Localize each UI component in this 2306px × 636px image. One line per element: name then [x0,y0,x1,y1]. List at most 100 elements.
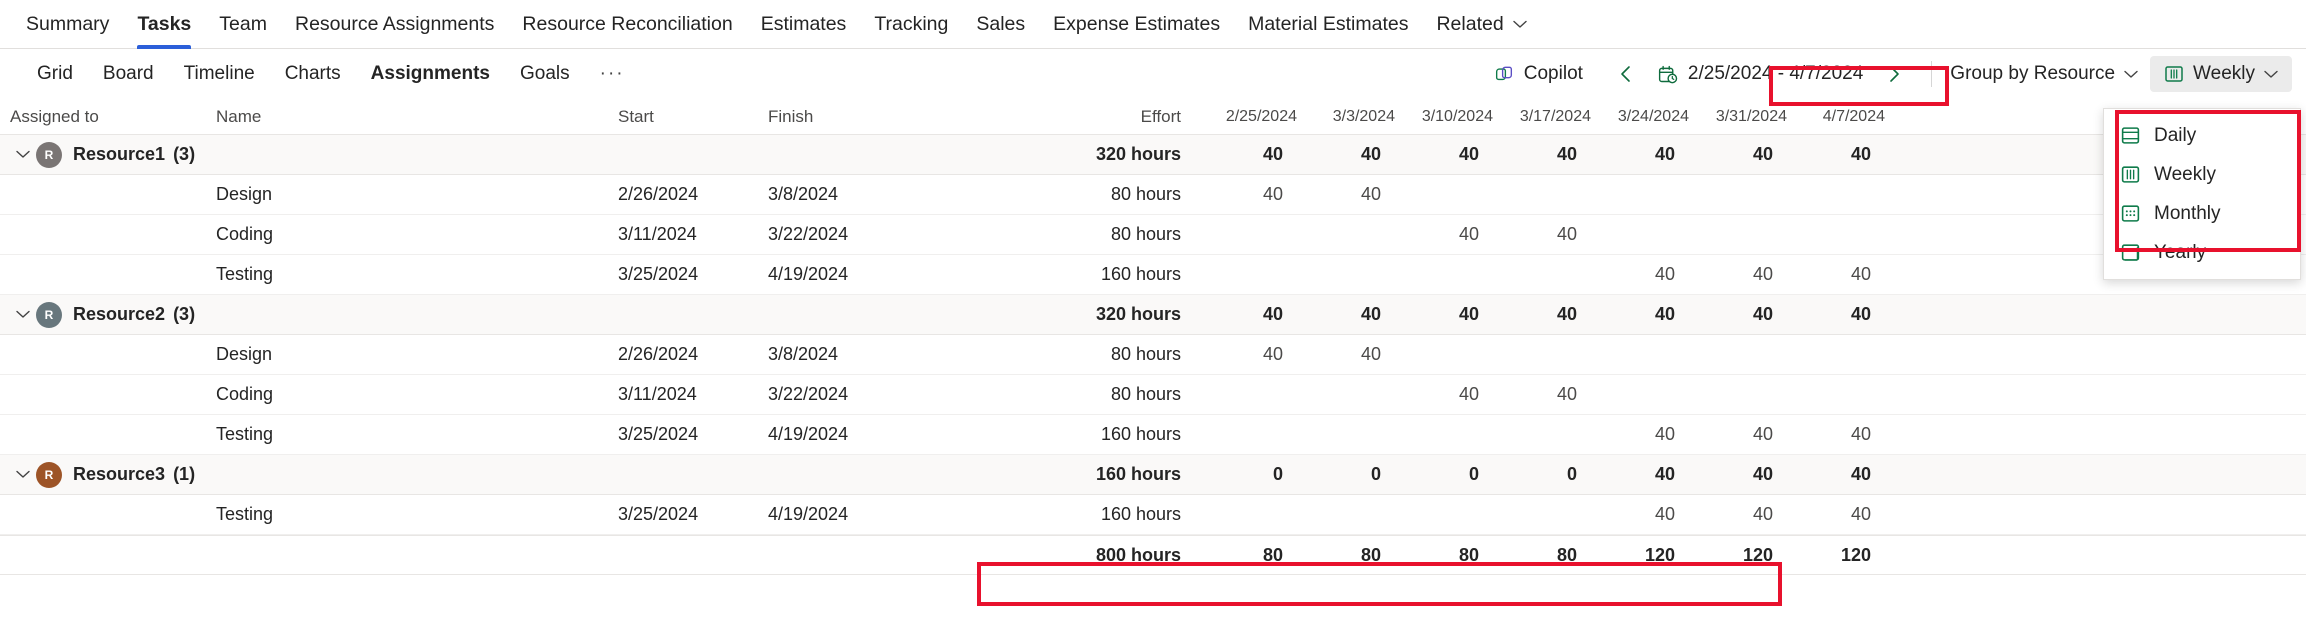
column-header-finish[interactable]: Finish [768,107,1018,127]
topnav-item-tracking[interactable]: Tracking [860,0,962,49]
topnav-item-material-estimates[interactable]: Material Estimates [1234,0,1422,49]
column-header-period-3[interactable]: 3/17/2024 [1497,108,1595,126]
tab-assignments[interactable]: Assignments [356,63,505,85]
task-row[interactable]: Coding 3/11/2024 3/22/2024 80 hours 40 40 [0,375,2306,415]
group-by-label: Group by Resource [1950,63,2116,84]
task-row[interactable]: Coding 3/11/2024 3/22/2024 80 hours 40 40 [0,215,2306,255]
task-row[interactable]: Testing 3/25/2024 4/19/2024 160 hours 40 40 40 [0,495,2306,535]
column-header-period-2[interactable]: 3/10/2024 [1399,108,1497,126]
resource-group-row: R Resource2 (3) 320 hours 40 40 40 40 40 40 40 [0,295,2306,335]
menu-item-label: Daily [2154,124,2197,146]
resource-group-period-value: 40 [1556,304,1577,324]
resource-group-period-value: 40 [1262,304,1283,324]
top-navigation-bar: Summary Tasks Team Resource Assignments Reso… [0,0,2306,49]
topnav-item-label: Related [1436,12,1504,35]
topnav-item-sales[interactable]: Sales [962,0,1039,49]
topnav-item-team[interactable]: Team [205,0,281,49]
day-view-icon [2120,125,2141,146]
task-row[interactable]: Design 2/26/2024 3/8/2024 80 hours 40 40 [0,175,2306,215]
resource-group-period-value: 40 [1458,144,1479,164]
toolbar-divider [1931,61,1933,87]
column-header-assigned-to[interactable]: Assigned to [0,107,198,127]
resource-group-period-value: 0 [1370,464,1381,484]
task-row[interactable]: Design 2/26/2024 3/8/2024 80 hours 40 40 [0,335,2306,375]
task-finish-date: 4/19/2024 [768,264,849,284]
task-finish-date: 3/22/2024 [768,384,849,404]
resource-group-period-value: 40 [1556,144,1577,164]
command-bar: Grid Board Timeline Charts Assignments Goals ·… [0,49,2306,99]
resource-group-cell: R Resource2 (3) [0,301,198,328]
resource-group-row: R Resource3 (1) 160 hours 0 0 0 0 40 40 40 [0,455,2306,495]
group-by-dropdown[interactable]: Group by Resource [1938,63,2150,85]
previous-period-button[interactable] [1611,58,1641,90]
resource-group-period-value: 0 [1272,464,1283,484]
task-period-value: 40 [1556,384,1577,404]
resource-task-count: (3) [173,144,196,164]
column-header-period-1[interactable]: 3/3/2024 [1301,108,1399,126]
time-scale-label: Weekly [2193,63,2255,84]
column-header-period-5[interactable]: 3/31/2024 [1693,108,1791,126]
menu-item-label: Weekly [2154,163,2216,185]
expand-collapse-chevron-icon[interactable] [10,150,36,159]
task-name: Testing [216,424,274,444]
tab-grid[interactable]: Grid [22,63,88,85]
task-start-date: 3/25/2024 [618,264,699,284]
table-header-row: Assigned to Name Start Finish Effort 2/25/202… [0,99,2306,135]
command-bar-right-group: Copilot 2/25/2024 - 4/7/2024 Group by Re… [1481,49,2292,99]
column-header-period-4[interactable]: 3/24/2024 [1595,108,1693,126]
total-period-value: 120 [1742,544,1773,565]
expand-collapse-chevron-icon[interactable] [10,310,36,319]
copilot-icon [1493,63,1515,85]
topnav-item-related[interactable]: Related [1422,0,1540,49]
task-name: Design [216,184,273,204]
topnav-item-estimates[interactable]: Estimates [747,0,861,49]
copilot-label: Copilot [1523,63,1583,84]
menu-item-daily[interactable]: Daily [2104,116,2300,155]
next-period-button[interactable] [1879,58,1909,90]
column-header-start[interactable]: Start [618,107,768,127]
more-options-button[interactable]: ··· [585,63,640,85]
topnav-item-resource-assignments[interactable]: Resource Assignments [281,0,508,49]
tab-goals[interactable]: Goals [505,63,585,85]
resource-group-period-value: 40 [1654,304,1675,324]
time-scale-dropdown[interactable]: Weekly [2150,56,2292,92]
menu-item-yearly[interactable]: Yearly [2104,233,2300,272]
task-start-date: 3/25/2024 [618,424,699,444]
column-header-name[interactable]: Name [198,107,618,127]
avatar: R [36,141,62,168]
topnav-item-label: Material Estimates [1248,12,1409,35]
tab-charts[interactable]: Charts [270,63,356,85]
resource-group-cell: R Resource1 (3) [0,141,198,168]
avatar: R [36,301,62,328]
task-effort: 80 hours [1110,384,1181,404]
menu-item-weekly[interactable]: Weekly [2104,155,2300,194]
column-header-period-0[interactable]: 2/25/2024 [1203,108,1301,126]
task-effort: 80 hours [1110,344,1181,364]
column-header-effort[interactable]: Effort [1018,107,1203,127]
topnav-item-resource-reconciliation[interactable]: Resource Reconciliation [508,0,746,49]
topnav-item-summary[interactable]: Summary [12,0,123,49]
task-period-value: 40 [1752,504,1773,524]
topnav-item-expense-estimates[interactable]: Expense Estimates [1039,0,1234,49]
tab-board[interactable]: Board [88,63,169,85]
task-period-value: 40 [1360,344,1381,364]
task-row[interactable]: Testing 3/25/2024 4/19/2024 160 hours 40 40 40 [0,255,2306,295]
resource-task-count: (3) [173,304,196,324]
copilot-button[interactable]: Copilot [1481,63,1595,85]
menu-item-monthly[interactable]: Monthly [2104,194,2300,233]
tab-timeline[interactable]: Timeline [169,63,270,85]
topnav-item-tasks[interactable]: Tasks [123,0,205,49]
resource-name: Resource1 [73,144,166,164]
resource-group-period-value: 40 [1458,304,1479,324]
total-period-value: 120 [1840,544,1871,565]
date-range-picker[interactable]: 2/25/2024 - 4/7/2024 [1645,63,1875,85]
column-header-period-6[interactable]: 4/7/2024 [1791,108,1889,126]
task-start-date: 2/26/2024 [618,344,699,364]
task-row[interactable]: Testing 3/25/2024 4/19/2024 160 hours 40 40 40 [0,415,2306,455]
total-period-value: 120 [1644,544,1675,565]
expand-collapse-chevron-icon[interactable] [10,470,36,479]
task-period-value: 40 [1556,224,1577,244]
task-period-value: 40 [1360,184,1381,204]
assignments-grid: Assigned to Name Start Finish Effort 2/25/202… [0,99,2306,575]
task-finish-date: 3/8/2024 [768,344,839,364]
